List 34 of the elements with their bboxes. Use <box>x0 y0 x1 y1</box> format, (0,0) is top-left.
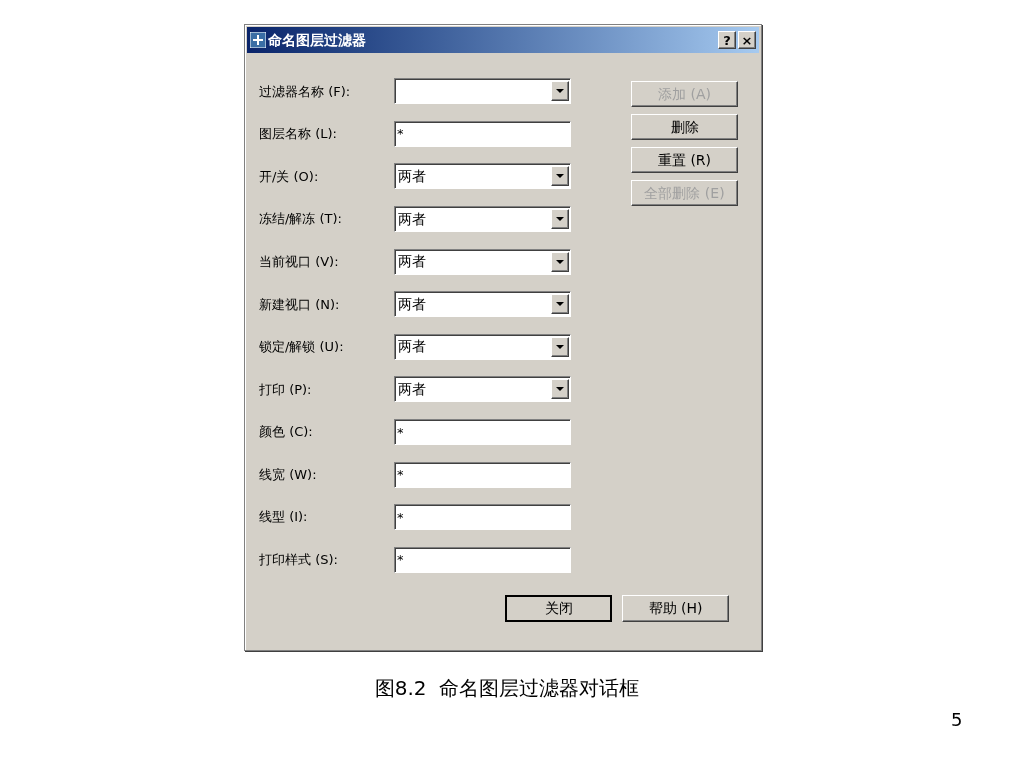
dropdown[interactable]: 两者 <box>394 206 571 233</box>
dropdown[interactable]: 两者 <box>394 333 571 360</box>
field-label: 过滤器名称 (F): <box>259 82 352 101</box>
app-icon <box>250 32 266 48</box>
close-button[interactable]: × <box>738 31 756 49</box>
help-button[interactable]: ? <box>718 31 736 49</box>
dialog-button[interactable]: 关闭 <box>505 595 612 623</box>
field-label: 当前视口 (V): <box>259 252 340 271</box>
field-label: 冻结/解冻 (T): <box>259 210 343 229</box>
figure-caption: 图8.2 命名图层过滤器对话框 <box>374 675 640 703</box>
field-label: 开/关 (O): <box>259 167 320 186</box>
field-label: 打印样式 (S): <box>259 551 339 570</box>
dropdown[interactable]: 两者 <box>394 291 571 318</box>
input-field[interactable]: * <box>394 504 571 531</box>
input-field[interactable]: * <box>394 546 571 573</box>
input-field[interactable]: * <box>394 120 571 147</box>
dropdown[interactable] <box>394 78 571 105</box>
dialog-button[interactable]: 帮助 (H) <box>622 595 729 623</box>
dropdown[interactable]: 两者 <box>394 248 571 275</box>
input-field[interactable]: * <box>394 461 571 488</box>
dropdown[interactable]: 两者 <box>394 376 571 403</box>
field-label: 颜色 (C): <box>259 423 314 442</box>
window-title: 命名图层过滤器 <box>268 30 367 50</box>
field-label: 线型 (I): <box>259 508 309 527</box>
dropdown[interactable]: 两者 <box>394 163 571 190</box>
dialog-button[interactable]: 重置 (R) <box>631 147 738 173</box>
dialog-button[interactable]: 删除 <box>631 114 738 140</box>
input-field[interactable]: * <box>394 419 571 446</box>
page-number: 5 <box>951 708 963 732</box>
field-label: 新建视口 (N): <box>259 295 341 314</box>
field-label: 线宽 (W): <box>259 465 318 484</box>
field-label: 图层名称 (L): <box>259 125 338 144</box>
field-label: 打印 (P): <box>259 380 313 399</box>
field-label: 锁定/解锁 (U): <box>259 338 345 357</box>
